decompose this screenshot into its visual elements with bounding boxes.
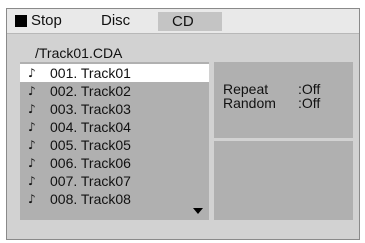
music-note-icon: ♪: [28, 120, 36, 134]
track-label: 007. Track07: [50, 173, 131, 189]
detail-panel: [214, 141, 353, 220]
play-mode-panel: Repeat :Off Random :Off: [214, 62, 353, 138]
music-note-icon: ♪: [28, 192, 36, 206]
random-label: Random: [223, 95, 276, 111]
track-list[interactable]: ♪ 001. Track01 ♪ 002. Track02 ♪ 003. Tra…: [20, 62, 209, 220]
music-note-icon: ♪: [28, 66, 36, 80]
source-label: Disc: [101, 12, 131, 29]
track-label: 004. Track04: [50, 119, 131, 135]
track-item[interactable]: ♪ 001. Track01: [20, 64, 209, 82]
music-note-icon: ♪: [28, 102, 36, 116]
status-bar: Stop Disc CD: [7, 9, 359, 34]
music-note-icon: ♪: [28, 156, 36, 170]
track-item[interactable]: ♪ 003. Track03: [20, 100, 209, 118]
scroll-down-arrow-icon[interactable]: [193, 208, 203, 214]
music-note-icon: ♪: [28, 138, 36, 152]
track-label: 003. Track03: [50, 101, 131, 117]
track-label: 008. Track08: [50, 191, 131, 207]
track-label: 006. Track06: [50, 155, 131, 171]
track-item[interactable]: ♪ 002. Track02: [20, 82, 209, 100]
stop-icon[interactable]: [15, 15, 27, 27]
music-note-icon: ♪: [28, 84, 36, 98]
track-item[interactable]: ♪ 008. Track08: [20, 190, 209, 208]
track-item[interactable]: ♪ 005. Track05: [20, 136, 209, 154]
track-item[interactable]: ♪ 007. Track07: [20, 172, 209, 190]
track-item[interactable]: ♪ 004. Track04: [20, 118, 209, 136]
source-badge: CD: [158, 12, 222, 31]
track-item[interactable]: ♪ 006. Track06: [20, 154, 209, 172]
current-path: /Track01.CDA: [35, 45, 123, 61]
track-label: 005. Track05: [50, 137, 131, 153]
track-label: 001. Track01: [50, 65, 131, 81]
track-label: 002. Track02: [50, 83, 131, 99]
status-label: Stop: [31, 12, 62, 29]
random-value: :Off: [298, 95, 321, 111]
music-note-icon: ♪: [28, 174, 36, 188]
